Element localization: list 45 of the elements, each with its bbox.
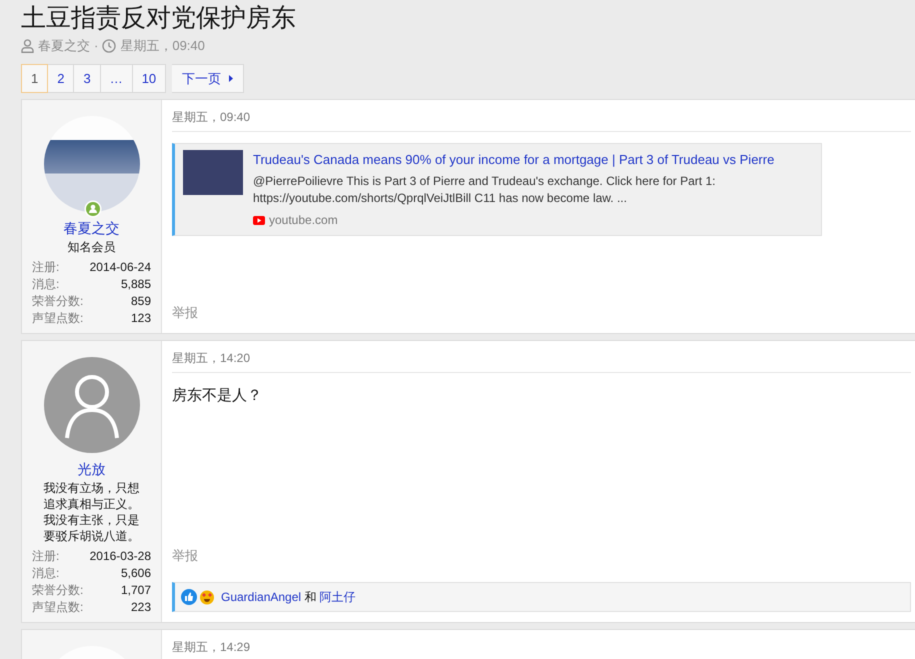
stat-label: 荣誉分数: bbox=[32, 292, 84, 310]
user-icon bbox=[21, 38, 34, 53]
stat-label: 注册: bbox=[32, 548, 60, 564]
reaction-user-link[interactable]: GuardianAngel bbox=[221, 590, 302, 604]
preview-description: @PierrePoilievre This is Part 3 of Pierre and Trudeau's exchange. Click here for Part 1: https://youtube.com/shorts/QprqlVeiJtlBill C11 has now become law. ... bbox=[253, 173, 716, 207]
stat-label: 荣誉分数: bbox=[32, 582, 84, 598]
joiner-text: 和 bbox=[303, 590, 318, 604]
video-thumbnail-placeholder bbox=[183, 150, 243, 194]
stat-value: 2014-06-24 bbox=[90, 258, 151, 276]
post-time: 星期五，09:40 bbox=[120, 37, 205, 55]
username-link[interactable]: 春夏之交 bbox=[32, 218, 151, 238]
thread-title: 土豆指责反对党保护房东 bbox=[21, 3, 297, 33]
stat-value: 5,606 bbox=[120, 564, 151, 582]
stat-label: 消息: bbox=[32, 276, 60, 292]
preview-source: youtube.com bbox=[269, 212, 338, 229]
page-link[interactable]: … bbox=[100, 64, 133, 92]
page-link[interactable]: 1 bbox=[21, 64, 48, 92]
page-link[interactable]: 2 bbox=[48, 64, 74, 92]
preview-title-link[interactable]: Trudeau's Canada means 90% of your income for a mortgage | Part 3 of Trudeau vs Pierre bbox=[253, 152, 774, 166]
stat-label: 声望点数: bbox=[32, 310, 84, 326]
caret-icon bbox=[229, 74, 234, 82]
separator: · bbox=[94, 37, 98, 55]
username-link[interactable]: 光放 bbox=[32, 458, 151, 480]
user-title: 知名会员 bbox=[66, 238, 116, 254]
stat-value: 123 bbox=[130, 310, 151, 326]
play-icon bbox=[253, 216, 265, 224]
reaction-user-link[interactable]: 阿土仔 bbox=[320, 590, 356, 604]
stat-label: 消息: bbox=[32, 564, 60, 582]
clock-icon bbox=[102, 38, 116, 53]
stat-label: 注册: bbox=[32, 258, 60, 276]
user-title: 我没有立场，只想追求真相与正义。我没有主张，只是要驳斥胡说八道。 bbox=[42, 480, 140, 544]
thumbs-up-icon bbox=[181, 588, 197, 604]
stat-value: 5,885 bbox=[120, 276, 151, 292]
post-time: 星期五，09:40 bbox=[172, 110, 911, 132]
stat-value: 2016-03-28 bbox=[90, 548, 151, 564]
stat-value: 859 bbox=[130, 292, 151, 310]
heart-eyes-emoji-icon bbox=[199, 588, 215, 604]
page-link[interactable]: 10 bbox=[132, 64, 166, 92]
stat-value: 223 bbox=[130, 598, 151, 616]
next-page-button[interactable]: 下一页 bbox=[172, 64, 244, 92]
stat-value: 1,707 bbox=[120, 582, 151, 598]
stat-label: 声望点数: bbox=[32, 598, 84, 616]
page-link[interactable]: 3 bbox=[74, 64, 101, 92]
message-text: 房东不是人？ bbox=[172, 386, 263, 406]
post-time: 星期五，14:20 bbox=[172, 350, 911, 372]
